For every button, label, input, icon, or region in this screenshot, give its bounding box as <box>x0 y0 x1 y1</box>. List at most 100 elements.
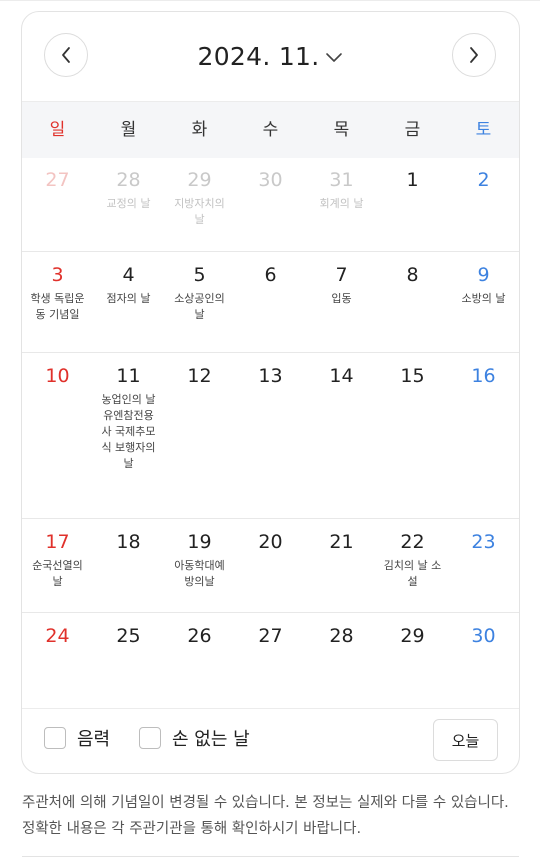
day-number: 23 <box>471 531 496 553</box>
day-number: 30 <box>258 169 283 191</box>
lunar-checkbox[interactable] <box>44 727 66 749</box>
day-cell[interactable]: 23 <box>448 519 519 612</box>
today-button[interactable]: 오늘 <box>433 719 498 761</box>
weekday-mon: 월 <box>120 120 137 140</box>
chevron-down-icon[interactable] <box>325 51 343 63</box>
day-number: 25 <box>116 625 141 647</box>
next-month-button[interactable] <box>452 33 496 77</box>
calendar-options: 음력 손 없는 날 오늘 <box>22 708 519 773</box>
day-cell[interactable]: 30 <box>235 157 306 251</box>
day-cell[interactable]: 28 <box>306 613 377 708</box>
day-note: 점자의 날 <box>106 292 151 305</box>
no-hands-day-toggle[interactable]: 손 없는 날 <box>139 725 250 751</box>
day-number: 26 <box>187 625 212 647</box>
month-label[interactable]: 2024. 11. <box>198 42 320 71</box>
day-note: 아동학대예방의날 <box>174 559 225 588</box>
day-cell[interactable]: 24 <box>22 613 93 708</box>
day-note: 회계의 날 <box>319 197 364 210</box>
day-cell[interactable]: 20 <box>235 519 306 612</box>
day-cell[interactable]: 9 소방의 날 <box>448 252 519 352</box>
weekday-sun: 일 <box>49 120 66 140</box>
day-number: 7 <box>335 264 348 286</box>
day-note: 교정의 날 <box>106 197 151 210</box>
day-number: 20 <box>258 531 283 553</box>
day-number: 21 <box>329 531 354 553</box>
day-cell[interactable]: 5 소상공인의 날 <box>164 252 235 352</box>
lunar-label: 음력 <box>77 729 111 750</box>
calendar-week: 27 28 교정의 날 29 지방자치의 날 30 31 회계의 날 1 2 <box>22 157 519 252</box>
day-number: 6 <box>264 264 277 286</box>
day-cell[interactable]: 15 <box>377 353 448 518</box>
day-cell[interactable]: 2 <box>448 157 519 251</box>
day-cell[interactable]: 12 <box>164 353 235 518</box>
day-number: 10 <box>45 365 70 387</box>
bottom-divider <box>22 856 519 857</box>
day-cell[interactable]: 16 <box>448 353 519 518</box>
calendar-week: 17 순국선열의 날 18 19 아동학대예방의날 20 21 22 김치의 날 소설… <box>22 519 519 613</box>
day-number: 1 <box>406 169 419 191</box>
weekday-header: 일 월 화 수 목 금 토 <box>22 101 519 158</box>
day-cell[interactable]: 31 회계의 날 <box>306 157 377 251</box>
day-cell[interactable]: 19 아동학대예방의날 <box>164 519 235 612</box>
day-cell[interactable]: 1 <box>377 157 448 251</box>
day-cell[interactable]: 29 <box>377 613 448 708</box>
day-note: 농업인의 날 유엔참전용사 국제추모식 보행자의 날 <box>101 393 156 470</box>
day-number: 19 <box>187 531 212 553</box>
no-hands-day-checkbox[interactable] <box>139 727 161 749</box>
day-cell[interactable]: 28 교정의 날 <box>93 157 164 251</box>
day-cell[interactable]: 7 입동 <box>306 252 377 352</box>
month-selector[interactable]: 2024. 11. <box>22 38 519 74</box>
day-number: 15 <box>400 365 425 387</box>
day-cell[interactable]: 10 <box>22 353 93 518</box>
day-number: 16 <box>471 365 496 387</box>
day-number: 27 <box>45 169 70 191</box>
day-cell[interactable]: 11 농업인의 날 유엔참전용사 국제추모식 보행자의 날 <box>93 353 164 518</box>
top-divider <box>0 0 540 1</box>
day-cell[interactable]: 8 <box>377 252 448 352</box>
day-cell[interactable]: 17 순국선열의 날 <box>22 519 93 612</box>
day-cell[interactable]: 6 <box>235 252 306 352</box>
calendar-week: 10 11 농업인의 날 유엔참전용사 국제추모식 보행자의 날 12 13 14… <box>22 353 519 519</box>
day-note: 소방의 날 <box>461 292 506 305</box>
day-cell[interactable]: 3 학생 독립운동 기념일 <box>22 252 93 352</box>
day-number: 28 <box>116 169 141 191</box>
weekday-wed: 수 <box>262 120 279 140</box>
calendar-card: 2024. 11. 일 월 화 수 목 금 토 27 28 교정의 날 29 지방자… <box>21 11 520 774</box>
day-number: 22 <box>400 531 425 553</box>
disclaimer-text: 주관처에 의해 기념일이 변경될 수 있습니다. 본 정보는 실제와 다를 수 … <box>22 795 509 837</box>
day-number: 9 <box>477 264 490 286</box>
day-number: 24 <box>45 625 70 647</box>
weekday-sat: 토 <box>475 120 492 140</box>
day-cell[interactable]: 26 <box>164 613 235 708</box>
day-number: 17 <box>45 531 70 553</box>
day-note: 지방자치의 날 <box>174 197 225 226</box>
lunar-toggle[interactable]: 음력 <box>44 725 110 751</box>
day-cell[interactable]: 13 <box>235 353 306 518</box>
day-note: 소상공인의 날 <box>174 292 225 321</box>
day-number: 28 <box>329 625 354 647</box>
day-note: 김치의 날 소설 <box>383 559 442 588</box>
day-cell[interactable]: 21 <box>306 519 377 612</box>
day-number: 2 <box>477 169 490 191</box>
day-number: 31 <box>329 169 354 191</box>
day-number: 3 <box>51 264 64 286</box>
day-cell[interactable]: 27 <box>22 157 93 251</box>
day-number: 18 <box>116 531 141 553</box>
calendar-week: 3 학생 독립운동 기념일 4 점자의 날 5 소상공인의 날 6 7 입동 8 9 소방… <box>22 252 519 353</box>
day-cell[interactable]: 30 <box>448 613 519 708</box>
day-cell[interactable]: 18 <box>93 519 164 612</box>
day-cell[interactable]: 22 김치의 날 소설 <box>377 519 448 612</box>
day-number: 12 <box>187 365 212 387</box>
no-hands-day-label: 손 없는 날 <box>172 729 250 750</box>
day-number: 5 <box>193 264 206 286</box>
calendar-grid: 27 28 교정의 날 29 지방자치의 날 30 31 회계의 날 1 2 3 학생 … <box>22 157 519 708</box>
day-cell[interactable]: 4 점자의 날 <box>93 252 164 352</box>
day-cell[interactable]: 27 <box>235 613 306 708</box>
day-cell[interactable]: 14 <box>306 353 377 518</box>
day-cell[interactable]: 25 <box>93 613 164 708</box>
day-cell[interactable]: 29 지방자치의 날 <box>164 157 235 251</box>
day-number: 29 <box>187 169 212 191</box>
day-note: 입동 <box>331 292 352 305</box>
calendar-header: 2024. 11. <box>22 12 519 101</box>
day-number: 14 <box>329 365 354 387</box>
